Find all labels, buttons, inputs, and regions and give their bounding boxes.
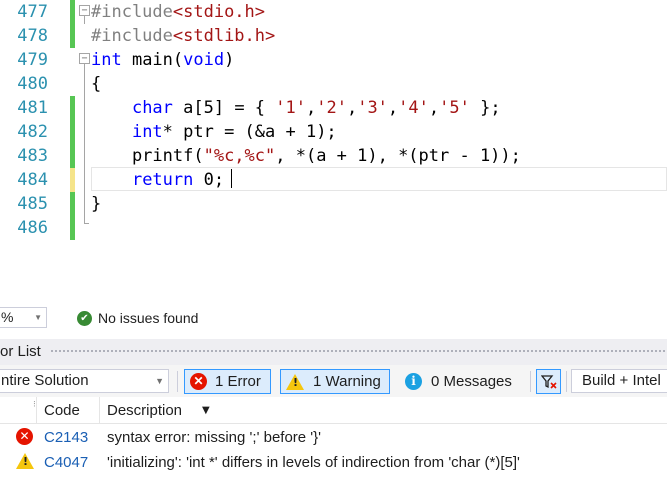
collapse-icon[interactable]: − <box>79 53 90 64</box>
code-line: 484 return 0; <box>0 168 667 192</box>
code-text[interactable]: } <box>91 192 101 216</box>
code-text[interactable]: int* ptr = (&a + 1); <box>91 120 337 144</box>
editor-status-strip: % ▼ ✔ No issues found <box>0 307 667 329</box>
text-caret <box>231 169 232 188</box>
line-number: 486 <box>17 218 48 238</box>
code-text[interactable]: return 0; <box>91 168 224 192</box>
toolbar-separator <box>177 371 178 392</box>
issues-text: No issues found <box>98 310 199 326</box>
code-line: 478 #include<stdlib.h> <box>0 24 667 48</box>
saved-change-marker <box>70 24 75 48</box>
clear-filter-button[interactable] <box>536 369 561 394</box>
collapse-icon[interactable]: − <box>79 5 90 16</box>
zoom-value: % <box>1 309 14 325</box>
line-number: 480 <box>17 74 48 94</box>
unsaved-change-marker <box>70 168 75 192</box>
check-circle-icon: ✔ <box>77 310 92 326</box>
error-list-toolbar: ntire Solution ▼ ✕ 1 Error 1 Warning i 0… <box>0 365 667 397</box>
line-number: 482 <box>17 122 48 142</box>
column-header-row: ⁝ Code Description ▼ <box>0 397 667 424</box>
line-number: 481 <box>17 98 48 118</box>
code-text[interactable]: char a[5] = { '1','2','3','4','5' }; <box>91 96 501 120</box>
warning-code-link[interactable]: C4047 <box>44 454 88 471</box>
saved-change-marker <box>70 96 75 120</box>
zoom-dropdown[interactable]: % ▼ <box>0 307 47 328</box>
code-text[interactable]: #include<stdlib.h> <box>91 24 275 48</box>
column-header-code[interactable]: Code <box>44 402 80 419</box>
code-line: 480 { <box>0 72 667 96</box>
saved-change-marker <box>70 120 75 144</box>
line-number: 477 <box>17 2 48 22</box>
warning-row[interactable]: C4047 'initializing': 'int *' differs in… <box>0 450 667 474</box>
code-text[interactable]: int main(void) <box>91 48 234 72</box>
column-header-description[interactable]: Description <box>107 402 182 419</box>
error-icon: ✕ <box>190 373 207 390</box>
issues-indicator[interactable]: ✔ No issues found <box>77 308 198 328</box>
column-divider[interactable] <box>99 397 100 423</box>
code-line: 485 } <box>0 192 667 216</box>
filter-dropdown-icon[interactable]: ▼ <box>202 405 210 416</box>
chevron-down-icon: ▼ <box>155 376 164 386</box>
line-number: 483 <box>17 146 48 166</box>
code-line: 486 <box>0 216 667 240</box>
error-list-header[interactable]: or List <box>0 339 667 365</box>
panel-title: or List <box>0 343 41 360</box>
code-line: 482 int* ptr = (&a + 1); <box>0 120 667 144</box>
warnings-filter-label: 1 Warning <box>313 373 381 390</box>
scope-dropdown[interactable]: ntire Solution ▼ <box>0 369 169 393</box>
code-line: 483 printf("%c,%c", *(a + 1), *(ptr - 1)… <box>0 144 667 168</box>
build-source-dropdown[interactable]: Build + Intel <box>571 369 667 393</box>
code-text[interactable]: { <box>91 72 101 96</box>
code-line: 479 − int main(void) <box>0 48 667 72</box>
saved-change-marker <box>70 144 75 168</box>
scope-value: ntire Solution <box>1 372 89 389</box>
toolbar-separator <box>530 371 531 392</box>
error-description: syntax error: missing ';' before '}' <box>107 429 322 446</box>
saved-change-marker <box>70 0 75 24</box>
line-number: 479 <box>17 50 48 70</box>
errors-filter-button[interactable]: ✕ 1 Error <box>184 369 271 394</box>
saved-change-marker <box>70 192 75 216</box>
line-number: 478 <box>17 26 48 46</box>
toolbar-separator <box>566 371 567 392</box>
code-text[interactable]: #include<stdio.h> <box>91 0 265 24</box>
warning-icon <box>16 453 34 469</box>
messages-filter-label: 0 Messages <box>431 373 512 390</box>
build-source-value: Build + Intel <box>582 372 661 389</box>
messages-filter-button[interactable]: i 0 Messages <box>400 369 526 394</box>
line-number: 485 <box>17 194 48 214</box>
code-editor[interactable]: 477 − #include<stdio.h> 478 #include<std… <box>0 0 667 307</box>
error-icon: ✕ <box>16 428 33 445</box>
warnings-filter-button[interactable]: 1 Warning <box>280 369 390 394</box>
info-icon: i <box>405 373 422 390</box>
error-row[interactable]: ✕ C2143 syntax error: missing ';' before… <box>0 425 667 449</box>
error-code-link[interactable]: C2143 <box>44 429 88 446</box>
errors-filter-label: 1 Error <box>215 373 261 390</box>
saved-change-marker <box>70 216 75 240</box>
code-text[interactable]: printf("%c,%c", *(a + 1), *(ptr - 1)); <box>91 144 521 168</box>
line-number: 484 <box>17 170 48 190</box>
column-divider[interactable] <box>36 397 37 423</box>
warning-description: 'initializing': 'int *' differs in level… <box>107 454 520 471</box>
code-line: 477 − #include<stdio.h> <box>0 0 667 24</box>
warning-icon <box>286 373 304 390</box>
panel-grip[interactable] <box>50 349 667 354</box>
chevron-down-icon: ▼ <box>34 313 42 322</box>
code-line: 481 char a[5] = { '1','2','3','4','5' }; <box>0 96 667 120</box>
filter-clear-icon <box>541 375 557 389</box>
